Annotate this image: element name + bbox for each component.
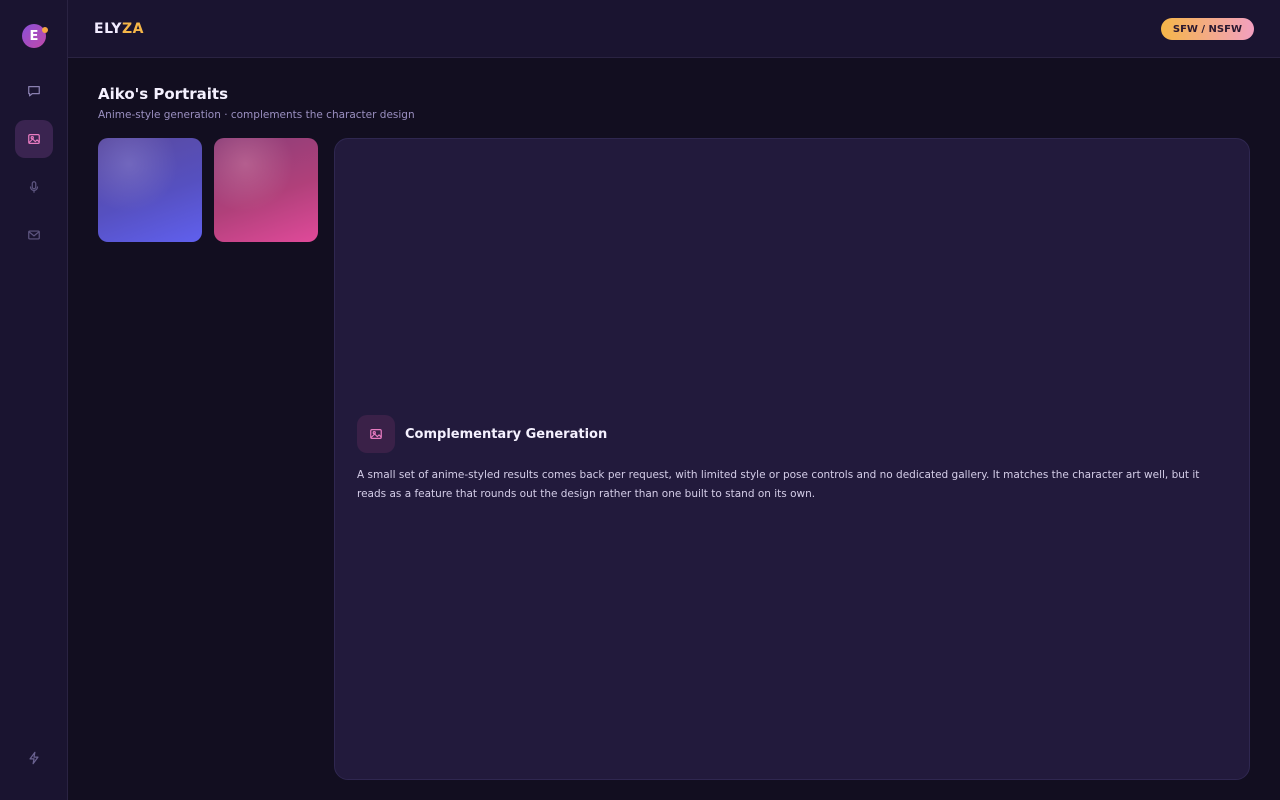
image-icon bbox=[370, 429, 382, 439]
chat-icon bbox=[28, 86, 40, 97]
logo-letter: E bbox=[29, 28, 39, 44]
bolt-icon bbox=[29, 751, 39, 765]
sidebar: E bbox=[0, 0, 68, 800]
brand-part-1: ELY bbox=[94, 21, 122, 37]
portrait-thumbnail-2[interactable] bbox=[214, 138, 318, 242]
sidebar-item-chat[interactable] bbox=[15, 72, 53, 110]
feature-title: Complementary Generation bbox=[405, 427, 608, 442]
feature-panel: Complementary Generation A small set of … bbox=[334, 138, 1250, 780]
top-bar: ELYZA SFW / NSFW bbox=[68, 0, 1280, 58]
mail-icon bbox=[28, 230, 40, 240]
sidebar-item-messages[interactable] bbox=[15, 216, 53, 254]
sidebar-item-upgrade[interactable] bbox=[25, 749, 43, 767]
portrait-thumbnail-1[interactable] bbox=[98, 138, 202, 242]
microphone-icon bbox=[29, 181, 39, 193]
sidebar-item-voice[interactable] bbox=[15, 168, 53, 206]
content-mode-toggle[interactable]: SFW / NSFW bbox=[1160, 18, 1254, 40]
image-icon bbox=[28, 134, 40, 144]
sidebar-item-images[interactable] bbox=[15, 120, 53, 158]
feature-icon-box bbox=[357, 415, 395, 453]
page-title: Aiko's Portraits bbox=[98, 85, 228, 103]
brand-part-2: ZA bbox=[121, 21, 144, 37]
app-logo[interactable]: E bbox=[22, 24, 48, 48]
feature-description: A small set of anime-styled results come… bbox=[357, 469, 1200, 500]
brand-logo[interactable]: ELYZA bbox=[94, 21, 144, 37]
page-subtitle: Anime-style generation · complements the… bbox=[98, 109, 415, 121]
